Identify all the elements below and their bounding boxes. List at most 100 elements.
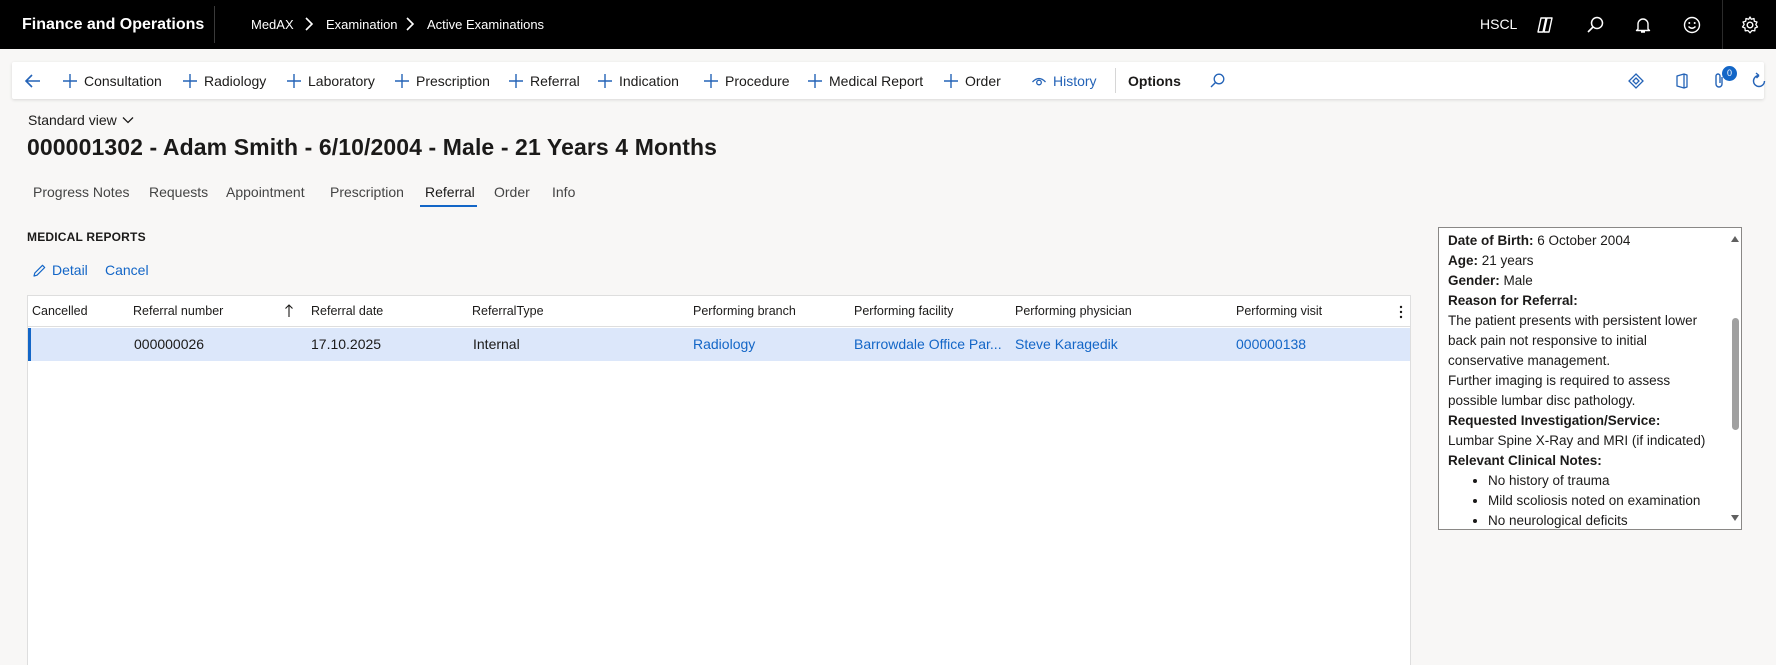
options-button[interactable]: Options [1128,62,1181,99]
bell-icon[interactable] [1633,15,1653,35]
gender-value: Male [1503,273,1533,288]
chevron-right-icon [406,17,415,31]
tab-progress-notes[interactable]: Progress Notes [33,184,129,200]
breadcrumb-medax[interactable]: MedAX [251,0,294,49]
investigation-text: Lumbar Spine X-Ray and MRI (if indicated… [1448,433,1706,448]
action-label: Referral [530,72,580,89]
view-selector[interactable]: Standard view [28,112,134,128]
cell-performing-branch-link[interactable]: Radiology [693,328,755,361]
clinical-notes-list: No history of trauma Mild scoliosis note… [1448,471,1718,529]
column-header-performing-visit[interactable]: Performing visit [1236,296,1322,327]
plus-icon [808,73,822,88]
tab-prescription[interactable]: Prescription [330,184,404,200]
dob-value: 6 October 2004 [1537,233,1631,248]
refresh-icon[interactable] [1749,71,1769,91]
detail-button[interactable]: Detail [32,262,88,278]
company-picker[interactable]: HSCL [1480,0,1517,49]
tab-referral[interactable]: Referral [425,184,475,200]
scroll-up-arrow-icon[interactable] [1731,236,1739,242]
new-laboratory-button[interactable]: Laboratory [286,62,375,99]
tab-requests[interactable]: Requests [149,184,208,200]
reason-text-1: The patient presents with persistent low… [1448,313,1698,368]
action-label: Laboratory [308,72,375,89]
attachments-count-badge: 0 [1722,66,1737,81]
history-button[interactable]: History [1031,62,1097,99]
chevron-right-icon [305,17,314,31]
plus-icon [63,73,77,88]
breadcrumb-examination[interactable]: Examination [326,0,398,49]
table-row[interactable]: 000000026 17.10.2025 Internal Radiology … [28,328,1410,361]
new-consultation-button[interactable]: Consultation [62,62,162,99]
cell-referral-date[interactable]: 17.10.2025 [311,328,381,361]
age-label: Age: [1448,253,1478,268]
grid-header: Cancelled Referral number Referral date … [28,296,1410,327]
investigation-label: Requested Investigation/Service: [1448,413,1661,428]
settings-button[interactable] [1722,0,1776,49]
column-header-referral-number[interactable]: Referral number [133,296,223,327]
new-referral-button[interactable]: Referral [508,62,580,99]
detail-label: Detail [52,262,88,278]
new-procedure-button[interactable]: Procedure [703,62,790,99]
active-tab-indicator [420,205,477,207]
gender-label: Gender: [1448,273,1500,288]
age-line: Age: 21 years [1448,251,1718,271]
cell-performing-visit-link[interactable]: 000000138 [1236,328,1306,361]
new-indication-button[interactable]: Indication [597,62,679,99]
power-apps-icon[interactable] [1626,71,1646,91]
info-scrollbar[interactable] [1727,228,1741,529]
column-header-referral-date[interactable]: Referral date [311,296,383,327]
app-title[interactable]: Finance and Operations [22,0,204,49]
referral-info-panel[interactable]: Date of Birth: 6 October 2004 Age: 21 ye… [1438,227,1742,530]
list-item: Mild scoliosis noted on examination [1488,491,1718,511]
referral-info-content: Date of Birth: 6 October 2004 Age: 21 ye… [1448,231,1718,529]
page-title: 000001302 - Adam Smith - 6/10/2004 - Mal… [27,134,718,160]
tab-order[interactable]: Order [494,184,530,200]
action-label: Order [965,72,1001,89]
column-header-cancelled[interactable]: Cancelled [32,296,88,327]
tab-appointment[interactable]: Appointment [226,184,305,200]
top-bar: Finance and Operations MedAX Examination… [0,0,1776,49]
column-header-performing-facility[interactable]: Performing facility [854,296,953,327]
plus-icon [395,73,409,88]
action-label: Radiology [204,72,267,89]
search-icon[interactable] [1585,15,1605,35]
cancel-button[interactable]: Cancel [105,262,149,278]
sort-ascending-icon[interactable] [284,304,294,318]
new-prescription-button[interactable]: Prescription [394,62,490,99]
back-arrow-icon[interactable] [24,72,42,90]
cell-performing-physician-link[interactable]: Steve Karagedik [1015,328,1118,361]
new-order-button[interactable]: Order [943,62,1001,99]
section-title: MEDICAL REPORTS [27,230,146,244]
scroll-down-arrow-icon[interactable] [1731,515,1739,521]
reason-label: Reason for Referral: [1448,293,1578,308]
plus-icon [287,73,301,88]
new-radiology-button[interactable]: Radiology [182,62,266,99]
scroll-thumb[interactable] [1732,318,1739,430]
cell-performing-facility-link[interactable]: Barrowdale Office Par... [854,328,1002,361]
search-icon[interactable] [1207,71,1227,91]
dob-line: Date of Birth: 6 October 2004 [1448,231,1718,251]
more-vertical-icon[interactable] [1399,304,1403,320]
copilot-icon[interactable] [1535,15,1555,35]
action-label: Consultation [84,72,162,89]
column-header-performing-physician[interactable]: Performing physician [1015,296,1132,327]
action-label: Medical Report [829,72,924,89]
tab-info[interactable]: Info [552,184,575,200]
action-label: Indication [619,72,679,89]
office-icon[interactable] [1672,71,1692,91]
column-header-performing-branch[interactable]: Performing branch [693,296,796,327]
cell-referral-number[interactable]: 000000026 [134,328,204,361]
breadcrumb-active-examinations[interactable]: Active Examinations [427,0,544,49]
new-medical-report-button[interactable]: Medical Report [807,62,923,99]
plus-icon [704,73,718,88]
list-item: No neurological deficits [1488,511,1718,529]
action-label: Prescription [416,72,490,89]
chevron-down-icon [122,117,134,124]
action-pane-divider [1115,68,1116,93]
smiley-icon[interactable] [1682,15,1702,35]
action-pane: Consultation Radiology Laboratory Prescr… [12,62,1766,99]
cell-referral-type[interactable]: Internal [473,328,520,361]
column-header-referral-type[interactable]: ReferralType [472,296,544,327]
gender-line: Gender: Male [1448,271,1718,291]
plus-icon [509,73,523,88]
